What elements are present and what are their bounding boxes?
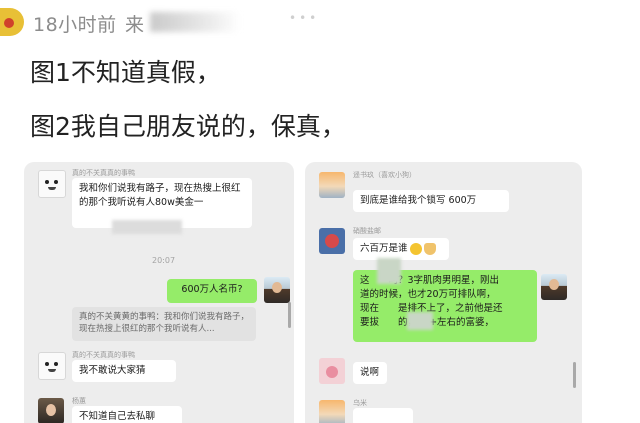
green-line-4: 要拔 的，30+左右的富婆， — [360, 317, 495, 328]
pixelated-area — [407, 312, 433, 330]
post-header: 18小时前 来 ••• — [0, 0, 640, 44]
pixelated-area — [112, 220, 182, 234]
sender-avatar — [38, 352, 66, 380]
chat-bubble: 我不敢说大家猜 — [72, 360, 176, 382]
sender-name: 杨蕙 — [72, 397, 86, 405]
chat-bubble: 说啊 — [353, 362, 387, 384]
sender-avatar — [38, 170, 66, 198]
blurred-name — [150, 12, 240, 32]
my-avatar — [541, 274, 567, 300]
message-text: 说啊 — [360, 367, 380, 378]
post-text-line-1: 图1不知道真假， — [30, 58, 221, 87]
chat-bubble: 到底是谁给我个锁写 600万 — [353, 190, 509, 212]
quoted-message: 真的不关黄黄的事鸭：我和你们说我有路子，现在热搜上很红的那个我听说有人... — [72, 307, 256, 341]
message-text: 到底是谁给我个锁写 600万 — [360, 195, 477, 206]
chat-screenshot-2[interactable]: 遥书玖（喜欢小狗） 到底是谁给我个锁写 600万 硝酸盐邮 六百万是谁 这 呵？… — [305, 162, 582, 423]
chat-bubble: 不知道自己去私聊 — [72, 406, 182, 423]
scrollbar[interactable] — [573, 362, 576, 388]
sender-avatar — [319, 172, 345, 198]
user-avatar[interactable] — [0, 8, 24, 36]
sender-name: 遥书玖（喜欢小狗） — [353, 171, 416, 179]
quoted-text: 真的不关黄黄的事鸭：我和你们说我有路子，现在热搜上很红的那个我听说有人... — [79, 312, 250, 334]
message-text: 不知道自己去私聊 — [79, 411, 156, 422]
green-line-3: 现在 是排不上了，之前他是还 — [360, 303, 503, 314]
green-line-2: 道的时候，也才20万可排队啊， — [360, 289, 496, 300]
scrollbar[interactable] — [288, 302, 291, 328]
more-dots-icon[interactable]: ••• — [289, 11, 319, 25]
chat-bubble: 六百万是谁 — [353, 238, 449, 260]
chat-screenshot-1[interactable]: 真的不关真真的事鸭 我和你们说我有路子，现在热搜上很红的那个我听说有人80w美金… — [24, 162, 294, 423]
post-source-name: 来 — [125, 14, 145, 36]
sender-avatar — [319, 400, 345, 423]
chat-bubble — [353, 408, 413, 423]
message-text: 六百万是谁 — [360, 243, 408, 254]
message-text: 600万人名币? — [181, 284, 243, 295]
sender-name: 乌米 — [353, 399, 367, 407]
smile-emoji-icon — [409, 242, 422, 255]
post-text-line-2: 图2我自己朋友说的，保真， — [30, 112, 346, 141]
sender-avatar — [319, 228, 345, 254]
sender-name: 真的不关真真的事鸭 — [72, 351, 135, 359]
sender-name: 真的不关真真的事鸭 — [72, 169, 135, 177]
post-time: 18小时前 — [33, 14, 117, 36]
message-timestamp: 20:07 — [152, 256, 176, 265]
message-text: 我不敢说大家猜 — [79, 365, 146, 376]
hand-emoji-icon — [423, 242, 436, 255]
sender-name: 硝酸盐邮 — [353, 227, 381, 235]
message-text: 我和你们说我有路子，现在热搜上很红的那个我听说有人80w美金一 — [79, 183, 241, 208]
sender-avatar — [38, 398, 64, 423]
sender-avatar — [319, 358, 345, 384]
chat-bubble-green: 600万人名币? — [167, 279, 257, 303]
my-avatar — [264, 277, 290, 303]
pixelated-area — [377, 258, 401, 284]
